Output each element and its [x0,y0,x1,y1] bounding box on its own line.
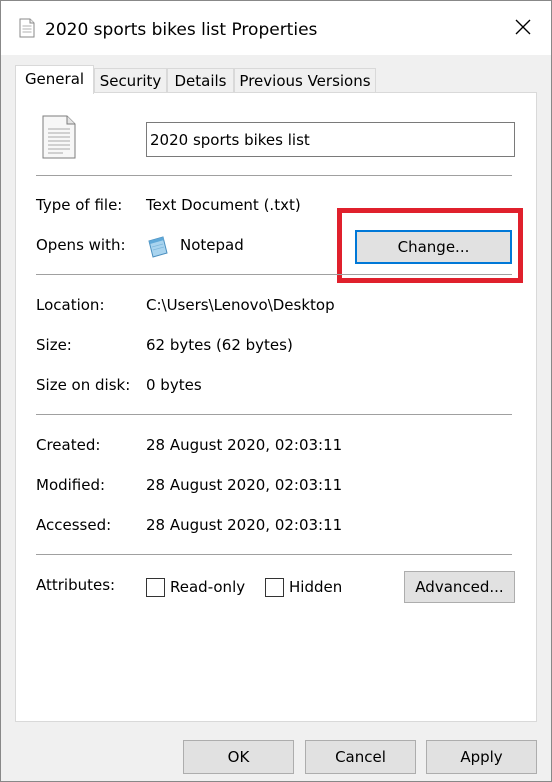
properties-dialog: 2020 sports bikes list Properties Genera… [0,0,552,782]
separator [36,274,512,275]
location-label: Location: [36,296,105,314]
modified-label: Modified: [36,476,106,494]
separator [36,175,512,176]
hidden-checkbox[interactable] [265,578,284,597]
cancel-button[interactable]: Cancel [305,740,416,774]
opens-with-label: Opens with: [36,236,126,254]
tab-security[interactable]: Security [94,68,167,93]
location-value: C:\Users\Lenovo\Desktop [146,296,335,314]
size-on-disk-value: 0 bytes [146,376,202,394]
notepad-icon [146,235,170,259]
tab-strip: General Security Details Previous Versio… [15,65,535,94]
close-icon [515,19,531,39]
accessed-value: 28 August 2020, 02:03:11 [146,516,343,534]
text-file-icon [19,18,35,38]
separator [36,414,512,415]
size-label: Size: [36,336,72,354]
readonly-label: Read-only [170,578,246,596]
separator [36,554,512,555]
created-label: Created: [36,436,101,454]
advanced-button[interactable]: Advanced... [404,571,515,603]
size-value: 62 bytes (62 bytes) [146,336,293,354]
tab-general[interactable]: General [15,65,94,94]
title-bar[interactable]: 2020 sports bikes list Properties [1,1,551,55]
apply-button[interactable]: Apply [426,740,537,774]
size-on-disk-label: Size on disk: [36,376,131,394]
tab-details[interactable]: Details [167,68,234,93]
created-value: 28 August 2020, 02:03:11 [146,436,343,454]
file-name-input[interactable] [146,122,515,157]
close-button[interactable] [505,11,541,47]
accessed-label: Accessed: [36,516,112,534]
text-document-icon [41,115,77,159]
readonly-checkbox[interactable] [146,578,165,597]
window-title: 2020 sports bikes list Properties [45,20,318,40]
attributes-label: Attributes: [36,576,116,594]
change-button[interactable]: Change... [355,230,512,264]
type-of-file-value: Text Document (.txt) [146,196,301,214]
opens-with-value: Notepad [180,236,244,254]
ok-button[interactable]: OK [183,740,294,774]
hidden-label: Hidden [289,578,343,596]
modified-value: 28 August 2020, 02:03:11 [146,476,343,494]
general-panel [15,92,537,722]
type-of-file-label: Type of file: [36,196,123,214]
tab-previous-versions[interactable]: Previous Versions [234,68,376,93]
